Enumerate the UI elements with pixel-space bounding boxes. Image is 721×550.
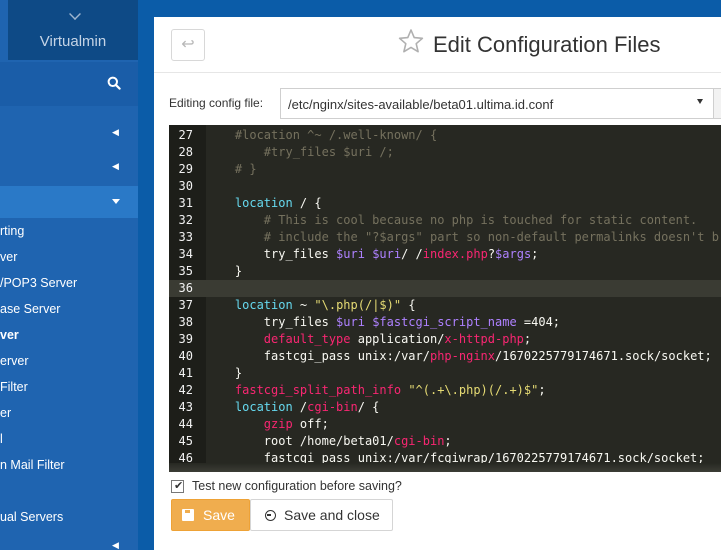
page-header: ↩ Edit Configuration Files: [154, 17, 721, 73]
line-number: 40: [178, 349, 193, 363]
star-icon[interactable]: [398, 28, 424, 54]
sidebar: Virtualmin ◀ ◀ rting ver/POP3 Server ase S…: [0, 0, 138, 550]
sidebar-item[interactable]: l: [0, 432, 3, 446]
line-number: 29: [178, 162, 193, 176]
sidebar-item[interactable]: erver: [0, 354, 28, 368]
line-number: 31: [178, 196, 193, 210]
code-line[interactable]: 30: [169, 178, 721, 195]
code-line[interactable]: 37 location ~ "\.php(/|$)" {: [169, 297, 721, 314]
line-code: # }: [234, 162, 257, 176]
back-button[interactable]: ↩: [171, 29, 205, 61]
code-line[interactable]: 34 try_files $uri $uri/ /index.php?$args…: [169, 246, 721, 263]
line-number: 28: [178, 145, 193, 159]
test-config-checkbox[interactable]: ✔: [171, 480, 184, 493]
sidebar-item[interactable]: Filter: [0, 380, 28, 394]
chevron-left-icon[interactable]: ◀: [112, 161, 119, 172]
line-code: # This is cool because no php is touched…: [263, 213, 698, 227]
main-panel: ↩ Edit Configuration Files Editing confi…: [154, 17, 721, 550]
line-code: gzip off;: [263, 417, 329, 431]
config-file-select[interactable]: /etc/nginx/sites-available/beta01.ultima…: [280, 88, 714, 119]
code-line[interactable]: 43 location /cgi-bin/ {: [169, 399, 721, 416]
sidebar-item[interactable]: ver: [0, 250, 17, 264]
floppy-disk-icon: [182, 509, 194, 521]
line-number: 33: [178, 230, 193, 244]
sidebar-item[interactable]: ase Server: [0, 302, 60, 316]
check-icon: ✔: [174, 480, 184, 492]
line-number: 36: [178, 281, 193, 295]
chevron-down-icon: [697, 99, 703, 104]
brand-title: Virtualmin: [39, 33, 107, 50]
line-number: 37: [178, 298, 193, 312]
config-file-label: Editing config file:: [169, 96, 264, 110]
virtualmin-switch[interactable]: Virtualmin: [8, 0, 138, 60]
line-code: fastcgi_pass unix:/var/php-nginx/1670225…: [206, 349, 712, 363]
save-and-close-label: Save and close: [284, 507, 380, 523]
line-number: 41: [178, 366, 193, 380]
code-line[interactable]: 28 #try_files $uri /;: [169, 144, 721, 161]
chevron-left-icon[interactable]: ◀: [112, 127, 119, 138]
code-line[interactable]: 41 }: [169, 365, 721, 382]
line-code: location / {: [234, 196, 322, 210]
code-line[interactable]: 42 fastcgi_split_path_info "^(.+\.php)(/…: [169, 382, 721, 399]
line-code: }: [206, 264, 243, 278]
sidebar-item[interactable]: n Mail Filter: [0, 458, 65, 472]
test-config-label: Test new configuration before saving?: [192, 479, 402, 493]
line-code: #location ^~ /.well-known/ {: [234, 128, 438, 142]
chevron-down-icon: [69, 8, 81, 20]
code-line[interactable]: 32 # This is cool because no php is touc…: [169, 212, 721, 229]
code-line[interactable]: 29 # }: [169, 161, 721, 178]
line-number: 39: [178, 332, 193, 346]
save-button-label: Save: [203, 507, 235, 523]
line-number: 44: [178, 417, 193, 431]
line-code: try_files $uri $fastcgi_script_name =404…: [206, 315, 561, 329]
line-number: 27: [178, 128, 193, 142]
code-line[interactable]: 36: [169, 280, 721, 297]
code-line[interactable]: 44 gzip off;: [169, 416, 721, 433]
line-code: }: [206, 366, 243, 380]
line-number: 34: [178, 247, 193, 261]
code-line[interactable]: 45 root /home/beta01/cgi-bin;: [169, 433, 721, 450]
save-and-close-button[interactable]: Save and close: [250, 499, 393, 531]
code-line[interactable]: 38 try_files $uri $fastcgi_script_name =…: [169, 314, 721, 331]
chevron-left-icon[interactable]: ◀: [112, 540, 119, 550]
save-button[interactable]: Save: [171, 499, 250, 531]
sidebar-item[interactable]: rting: [0, 224, 24, 238]
sidebar-active-section[interactable]: [0, 186, 138, 218]
line-number: 35: [178, 264, 193, 278]
line-number: 45: [178, 434, 193, 448]
config-file-value: /etc/nginx/sites-available/beta01.ultima…: [288, 97, 554, 112]
line-code: try_files $uri $uri/ /index.php?$args;: [206, 247, 539, 261]
code-line[interactable]: 33 # include the "?$args" part so non-de…: [169, 229, 721, 246]
sidebar-item[interactable]: /POP3 Server: [0, 276, 77, 290]
line-number: 30: [178, 179, 193, 193]
code-editor[interactable]: 27 #location ^~ /.well-known/ {28 #try_f…: [169, 125, 721, 472]
back-circle-icon: [265, 510, 276, 521]
code-line[interactable]: 39 default_type application/x-httpd-php;: [169, 331, 721, 348]
sidebar-item[interactable]: ver: [0, 328, 19, 342]
editor-scroll-edge: [169, 463, 721, 472]
code-line[interactable]: 35 }: [169, 263, 721, 280]
code-line[interactable]: 31 location / {: [169, 195, 721, 212]
line-number: 43: [178, 400, 193, 414]
sidebar-item[interactable]: er: [0, 406, 11, 420]
chevron-down-icon: [112, 199, 120, 204]
line-code: # include the "?$args" part so non-defau…: [263, 230, 721, 244]
sidebar-search[interactable]: [0, 62, 138, 106]
line-number: 38: [178, 315, 193, 329]
line-code: default_type application/x-httpd-php;: [263, 332, 532, 346]
code-line[interactable]: 27 #location ^~ /.well-known/ {: [169, 127, 721, 144]
select-addon: [714, 88, 721, 119]
line-code: location ~ "\.php(/|$)" {: [234, 298, 416, 312]
line-number: 32: [178, 213, 193, 227]
sidebar-item[interactable]: ual Servers: [0, 510, 63, 524]
line-code: #try_files $uri /;: [263, 145, 394, 159]
line-code: root /home/beta01/cgi-bin;: [206, 434, 452, 448]
search-icon[interactable]: [107, 76, 121, 90]
page-title: Edit Configuration Files: [433, 32, 661, 57]
line-number: 42: [178, 383, 193, 397]
code-line[interactable]: 40 fastcgi_pass unix:/var/php-nginx/1670…: [169, 348, 721, 365]
line-code: location /cgi-bin/ {: [234, 400, 380, 414]
line-code: fastcgi_split_path_info "^(.+\.php)(/.+)…: [234, 383, 546, 397]
